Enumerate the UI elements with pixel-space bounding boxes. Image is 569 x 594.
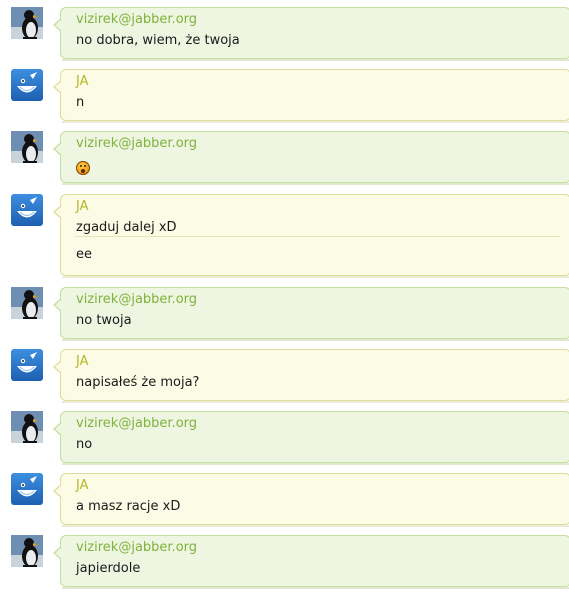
sender-name[interactable]: vizirek@jabber.org	[76, 12, 197, 27]
message-text: no dobra, wiem, że twoja	[76, 33, 240, 48]
message-bubble: JA napisałeś że moja?	[53, 349, 569, 401]
bubble-shadow	[62, 183, 569, 185]
message-bubble: JA n	[53, 69, 569, 121]
bubble-shadow	[62, 276, 569, 278]
duck-avatar-icon	[11, 69, 43, 101]
bubble-notch-fill	[55, 547, 62, 559]
surprised-emoticon-icon	[76, 161, 90, 179]
message-text: napisałeś że moja?	[76, 375, 200, 390]
bubble-notch-fill	[55, 206, 62, 218]
duck-avatar-icon	[11, 473, 43, 505]
message-bubble: vizirek@jabber.org japierdole	[53, 535, 569, 587]
message-bubble: vizirek@jabber.org	[53, 131, 569, 183]
message-separator	[75, 236, 560, 237]
penguin-avatar-icon	[11, 287, 43, 319]
bubble-shadow	[62, 339, 569, 341]
bubble-notch-fill	[55, 143, 62, 155]
message-text: n	[76, 95, 85, 110]
sender-name[interactable]: vizirek@jabber.org	[76, 136, 197, 151]
sender-name[interactable]: JA	[76, 74, 89, 89]
bubble-shadow	[62, 121, 569, 123]
penguin-avatar-icon	[11, 535, 43, 567]
sender-name[interactable]: vizirek@jabber.org	[76, 292, 197, 307]
message-row: JA napisałeś że moja?	[0, 349, 569, 403]
message-text: zgaduj dalej xD	[76, 220, 177, 235]
message-bubble: vizirek@jabber.org no	[53, 411, 569, 463]
bubble-notch-fill	[55, 19, 62, 31]
sender-name[interactable]: JA	[76, 199, 89, 214]
surprised-face-icon	[76, 161, 90, 175]
message-bubble: JA zgaduj dalej xD ee	[53, 194, 569, 276]
sender-name[interactable]: vizirek@jabber.org	[76, 540, 197, 555]
message-text: japierdole	[76, 561, 141, 576]
message-text: ee	[76, 247, 92, 262]
message-bubble: vizirek@jabber.org no dobra, wiem, że two…	[53, 7, 569, 59]
message-text: no twoja	[76, 313, 132, 328]
bubble-shadow	[62, 463, 569, 465]
message-bubble: vizirek@jabber.org no twoja	[53, 287, 569, 339]
duck-avatar-icon	[11, 349, 43, 381]
message-row: JA a masz racje xD	[0, 473, 569, 527]
message-row: vizirek@jabber.org	[0, 131, 569, 185]
penguin-avatar-icon	[11, 7, 43, 39]
sender-name[interactable]: vizirek@jabber.org	[76, 416, 197, 431]
bubble-notch-fill	[55, 485, 62, 497]
bubble-notch-fill	[55, 361, 62, 373]
bubble-notch-fill	[55, 423, 62, 435]
message-row: vizirek@jabber.org no	[0, 411, 569, 465]
duck-avatar-icon	[11, 194, 43, 226]
bubble-shadow	[62, 401, 569, 403]
message-text: no	[76, 437, 93, 452]
bubble-notch-fill	[55, 299, 62, 311]
sender-name[interactable]: JA	[76, 354, 89, 369]
bubble-shadow	[62, 587, 569, 589]
sender-name[interactable]: JA	[76, 478, 89, 493]
bubble-shadow	[62, 525, 569, 527]
message-text: a masz racje xD	[76, 499, 181, 514]
message-row: vizirek@jabber.org no twoja	[0, 287, 569, 341]
penguin-avatar-icon	[11, 131, 43, 163]
message-row: JA zgaduj dalej xD ee	[0, 194, 569, 278]
bubble-shadow	[62, 59, 569, 61]
message-row: JA n	[0, 69, 569, 123]
message-row: vizirek@jabber.org no dobra, wiem, że two…	[0, 7, 569, 61]
message-bubble: JA a masz racje xD	[53, 473, 569, 525]
bubble-notch-fill	[55, 81, 62, 93]
message-row: vizirek@jabber.org japierdole	[0, 535, 569, 589]
penguin-avatar-icon	[11, 411, 43, 443]
